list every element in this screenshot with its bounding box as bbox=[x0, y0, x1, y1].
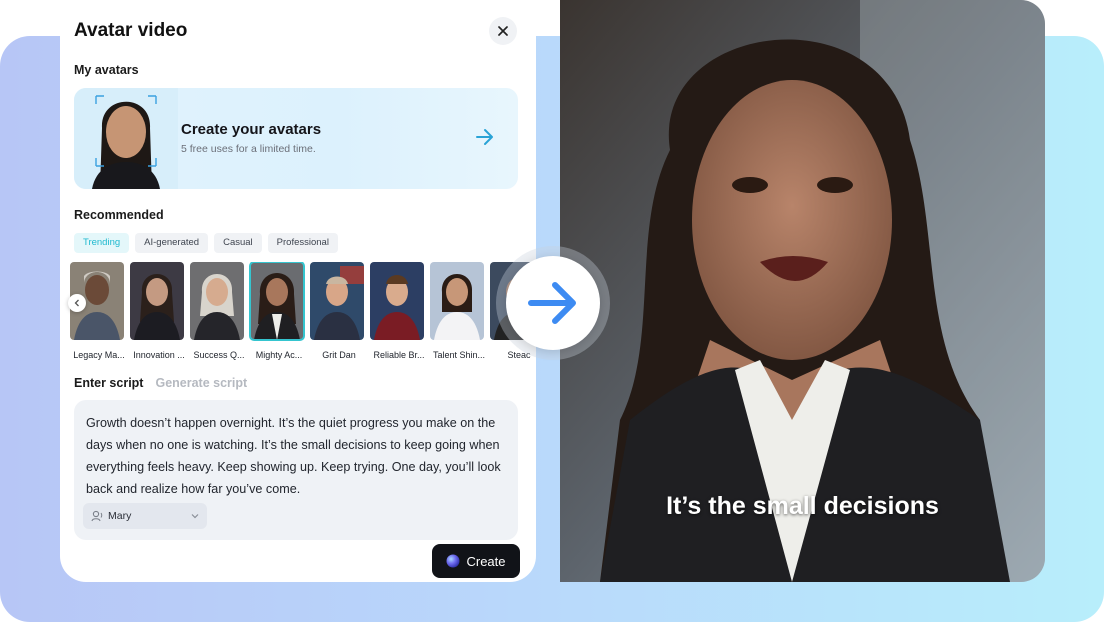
avatar-name: Mighty Ac... bbox=[255, 350, 303, 360]
avatar-category-tabs: Trending AI-generated Casual Professiona… bbox=[74, 233, 338, 253]
create-avatar-card[interactable]: Create your avatars 5 free uses for a li… bbox=[74, 88, 518, 189]
create-orb-icon bbox=[446, 554, 460, 568]
avatar-name: Legacy Ma... bbox=[73, 350, 125, 360]
voice-select[interactable]: Mary bbox=[83, 503, 207, 529]
carousel-prev-button[interactable] bbox=[68, 294, 86, 312]
avatar-item[interactable]: Talent Shin... bbox=[430, 262, 486, 360]
avatar-name: Reliable Br... bbox=[373, 350, 425, 360]
create-button-label: Create bbox=[466, 553, 506, 569]
voice-icon bbox=[91, 510, 103, 522]
tab-trending[interactable]: Trending bbox=[74, 233, 130, 253]
avatar-thumbnail bbox=[130, 262, 184, 340]
tab-enter-script[interactable]: Enter script bbox=[74, 376, 143, 390]
avatar-item-selected[interactable]: Mighty Ac... bbox=[249, 262, 306, 360]
create-avatar-title: Create your avatars bbox=[181, 121, 322, 138]
avatar-name: Innovation ... bbox=[133, 350, 185, 360]
video-caption: It’s the small decisions bbox=[666, 492, 939, 520]
transition-arrow bbox=[506, 256, 600, 350]
sample-avatar-image bbox=[74, 88, 178, 189]
tab-ai-generated[interactable]: AI-generated bbox=[135, 233, 209, 253]
script-tabs: Enter script Generate script bbox=[74, 376, 247, 390]
arrow-right-icon bbox=[476, 129, 493, 145]
script-text[interactable]: Growth doesn’t happen overnight. It’s th… bbox=[86, 412, 508, 500]
avatar-thumbnail bbox=[249, 262, 305, 341]
create-avatar-subtitle: 5 free uses for a limited time. bbox=[181, 143, 316, 155]
tab-generate-script[interactable]: Generate script bbox=[155, 376, 247, 390]
chevron-left-icon bbox=[74, 299, 79, 307]
avatar-video-preview[interactable]: It’s the small decisions bbox=[560, 0, 1045, 582]
arrow-right-icon bbox=[528, 282, 576, 324]
my-avatars-label: My avatars bbox=[74, 63, 139, 77]
tab-casual[interactable]: Casual bbox=[214, 233, 262, 253]
panel-title: Avatar video bbox=[74, 20, 188, 41]
voice-name: Mary bbox=[108, 510, 132, 522]
avatar-carousel: Legacy Ma... Innovation ... Success Q... bbox=[70, 262, 536, 360]
tab-professional[interactable]: Professional bbox=[267, 233, 338, 253]
avatar-name: Grit Dan bbox=[322, 350, 356, 360]
avatar-thumbnail bbox=[370, 262, 424, 340]
avatar-video-panel: Avatar video My avatars Create your avat… bbox=[60, 0, 536, 582]
avatar-item[interactable]: Success Q... bbox=[190, 262, 246, 360]
close-button[interactable] bbox=[489, 17, 517, 45]
recommended-label: Recommended bbox=[74, 208, 164, 222]
avatar-name: Talent Shin... bbox=[432, 350, 486, 360]
avatar-item[interactable]: Reliable Br... bbox=[370, 262, 426, 360]
create-button[interactable]: Create bbox=[432, 544, 520, 578]
avatar-name: Success Q... bbox=[193, 350, 245, 360]
avatar-item[interactable]: Innovation ... bbox=[130, 262, 186, 360]
avatar-item[interactable]: Grit Dan bbox=[310, 262, 366, 360]
avatar-thumbnail bbox=[310, 262, 364, 340]
script-input[interactable]: Growth doesn’t happen overnight. It’s th… bbox=[74, 400, 518, 540]
chevron-down-icon bbox=[191, 514, 199, 519]
close-icon bbox=[498, 26, 508, 36]
avatar-thumbnail bbox=[190, 262, 244, 340]
avatar-thumbnail bbox=[430, 262, 484, 340]
